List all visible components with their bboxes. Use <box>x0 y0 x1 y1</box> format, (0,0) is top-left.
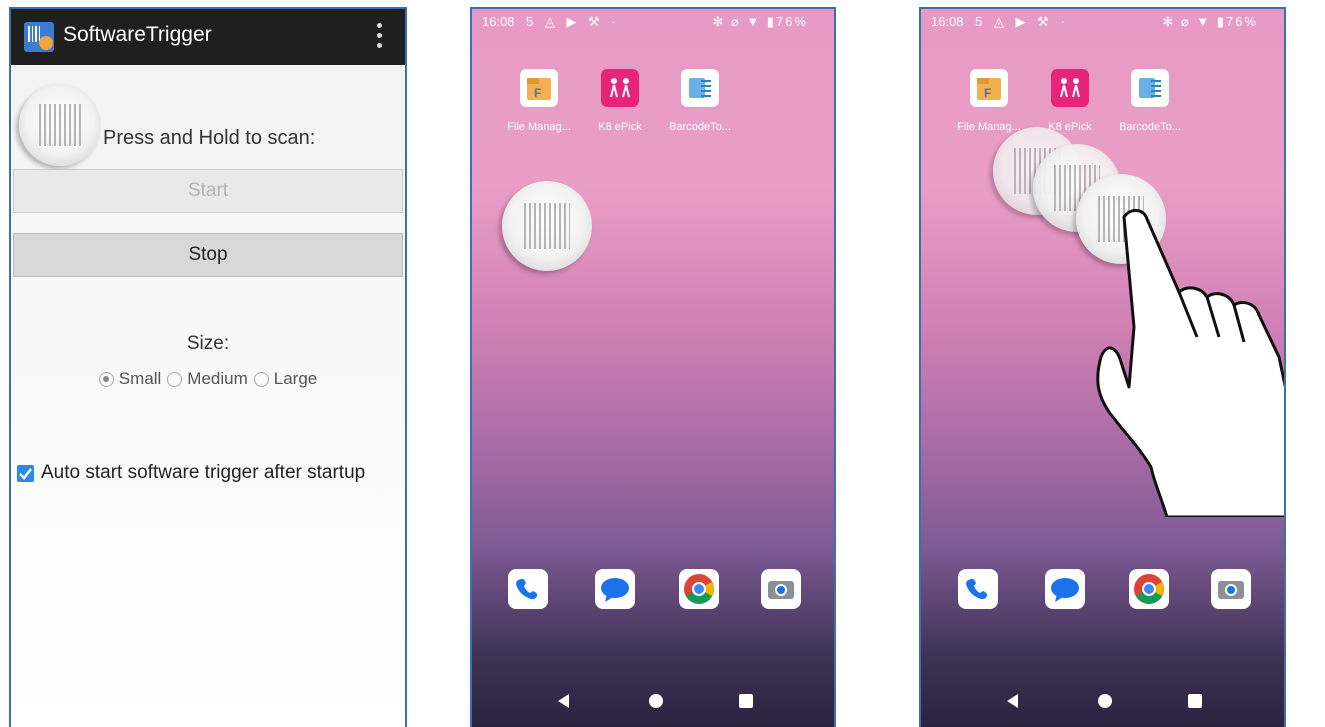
app-logo-icon <box>24 22 54 52</box>
notification-icons: 5 ◬ ▶ ⚒ · <box>526 14 620 29</box>
size-option-label: Large <box>273 369 318 388</box>
battery-level: 76% <box>1225 14 1258 29</box>
recents-icon[interactable] <box>1187 693 1203 709</box>
status-bar: 16:08 5 ◬ ▶ ⚒ · ✻ ⌀ ▼ ▮76% <box>921 9 1284 35</box>
recents-icon[interactable] <box>738 693 754 709</box>
app-label: BarcodeTo... <box>1119 121 1181 133</box>
nav-bar <box>472 675 834 727</box>
floating-scan-button[interactable] <box>502 181 592 271</box>
auto-start-label: Auto start software trigger after startu… <box>41 462 366 483</box>
radio-selected-icon <box>98 371 114 387</box>
messages-icon[interactable] <box>1045 569 1085 609</box>
back-icon[interactable] <box>1005 693 1021 709</box>
auto-start-checkbox[interactable]: Auto start software trigger after startu… <box>16 462 365 484</box>
overflow-menu-icon[interactable] <box>377 23 383 51</box>
size-option-large[interactable]: Large <box>253 369 318 389</box>
app-k8-epick[interactable]: K8 ePick <box>1025 69 1115 133</box>
scan-trigger-button[interactable] <box>19 84 101 166</box>
camera-icon[interactable] <box>761 569 801 609</box>
status-right: ✻ ⌀ ▼ ▮76% <box>1162 14 1258 29</box>
size-option-label: Small <box>118 369 162 388</box>
notification-icons: 5 ◬ ▶ ⚒ · <box>975 14 1069 29</box>
app-k8-epick[interactable]: K8 ePick <box>575 69 665 133</box>
size-option-small[interactable]: Small <box>98 369 162 389</box>
messages-icon[interactable] <box>595 569 635 609</box>
status-right: ✻ ⌀ ▼ ▮76% <box>712 14 808 29</box>
svg-text:F: F <box>984 86 991 100</box>
pointing-hand-icon <box>1096 209 1284 517</box>
file-manager-icon: F <box>970 69 1008 107</box>
app-label: K8 ePick <box>598 121 642 133</box>
svg-text:F: F <box>534 86 541 100</box>
radio-icon <box>167 371 183 387</box>
phone-icon[interactable] <box>508 569 548 609</box>
nav-bar <box>921 675 1284 727</box>
phone-icon[interactable] <box>958 569 998 609</box>
file-manager-icon: F <box>520 69 558 107</box>
hold-to-scan-label: Press and Hold to scan: <box>103 127 316 149</box>
status-time: 16:08 <box>482 14 515 29</box>
battery-level: 76% <box>775 14 808 29</box>
size-label: Size: <box>186 333 230 354</box>
app-bar: SoftwareTrigger <box>11 9 405 65</box>
k8-epick-icon <box>601 69 639 107</box>
barcode-to-icon <box>681 69 719 107</box>
software-trigger-app: SoftwareTrigger Press and Hold to scan: … <box>9 7 407 727</box>
radio-icon <box>253 371 269 387</box>
home-icon[interactable] <box>1097 693 1113 709</box>
app-label: File Manag... <box>507 121 571 133</box>
size-option-label: Medium <box>187 369 248 388</box>
app-title: SoftwareTrigger <box>63 23 212 46</box>
size-radio-group: Small Medium Large <box>11 369 405 389</box>
barcode-to-icon <box>1131 69 1169 107</box>
app-file-manager[interactable]: F File Manag... <box>944 69 1034 133</box>
home-screen-2: 16:08 5 ◬ ▶ ⚒ · ✻ ⌀ ▼ ▮76% F File Manag.… <box>919 7 1286 727</box>
k8-epick-icon <box>1051 69 1089 107</box>
app-barcode-to[interactable]: BarcodeTo... <box>655 69 745 133</box>
camera-icon[interactable] <box>1211 569 1251 609</box>
status-time: 16:08 <box>931 14 964 29</box>
app-barcode-to[interactable]: BarcodeTo... <box>1105 69 1195 133</box>
app-label: BarcodeTo... <box>669 121 731 133</box>
checkbox-checked-icon <box>17 464 34 482</box>
app-file-manager[interactable]: F File Manag... <box>494 69 584 133</box>
chrome-icon[interactable] <box>679 569 719 609</box>
start-button[interactable]: Start <box>13 169 403 213</box>
home-icon[interactable] <box>648 693 664 709</box>
size-option-medium[interactable]: Medium <box>167 369 248 389</box>
status-bar: 16:08 5 ◬ ▶ ⚒ · ✻ ⌀ ▼ ▮76% <box>472 9 834 35</box>
stop-button[interactable]: Stop <box>13 233 403 277</box>
home-screen-1: 16:08 5 ◬ ▶ ⚒ · ✻ ⌀ ▼ ▮76% F File Manag.… <box>470 7 836 727</box>
chrome-icon[interactable] <box>1129 569 1169 609</box>
back-icon[interactable] <box>556 693 572 709</box>
